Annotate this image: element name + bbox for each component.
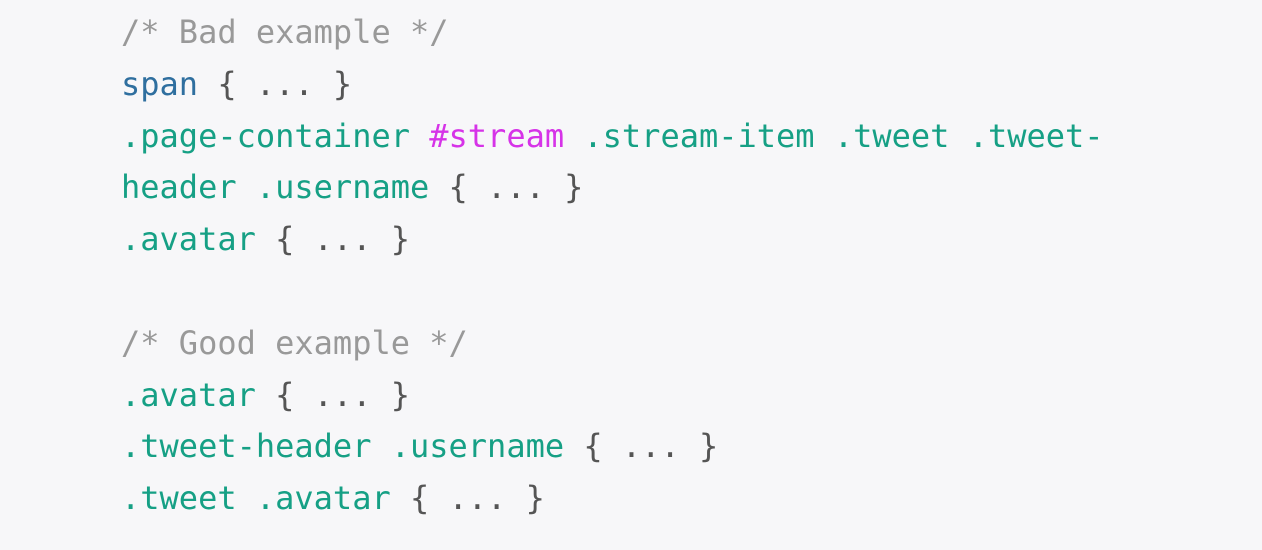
code-token-punct: { ... }: [429, 168, 584, 207]
code-token-cls: .tweet-header .username: [121, 427, 565, 466]
code-token-punct: { ... }: [255, 375, 410, 414]
code-token-tag: span: [121, 64, 199, 103]
code-line: header .username { ... }: [121, 162, 1104, 214]
code-token-punct: { ... }: [255, 220, 410, 259]
code-token-cls: .stream-item .tweet .tweet-: [564, 116, 1104, 155]
code-token-cls: .avatar: [121, 375, 256, 414]
code-token-cls: .tweet .avatar: [121, 479, 391, 518]
code-token-cls: .avatar: [121, 220, 256, 259]
code-token-punct: { ... }: [198, 64, 353, 103]
code-token-id: #stream: [429, 116, 565, 155]
code-line: .tweet .avatar { ... }: [121, 473, 1104, 525]
code-token-punct: { ... }: [390, 479, 545, 518]
code-line: /* Good example */: [121, 318, 1104, 370]
code-token-punct: { ... }: [564, 427, 719, 466]
code-token-comment: /* Good example */: [121, 323, 468, 362]
code-token-cls: .page-container: [121, 116, 430, 155]
code-line: .avatar { ... }: [121, 214, 1104, 266]
code-line: .page-container #stream .stream-item .tw…: [121, 111, 1104, 163]
code-token-cls: header .username: [121, 168, 430, 207]
code-line: /* Bad example */: [121, 7, 1104, 59]
code-token-comment: /* Bad example */: [121, 13, 449, 51]
code-line: .avatar { ... }: [121, 370, 1104, 422]
code-block: /* Bad example */span { ... } .page-conta…: [121, 7, 1104, 525]
code-line: span { ... }: [121, 59, 1104, 111]
code-line: .tweet-header .username { ... }: [121, 421, 1104, 473]
